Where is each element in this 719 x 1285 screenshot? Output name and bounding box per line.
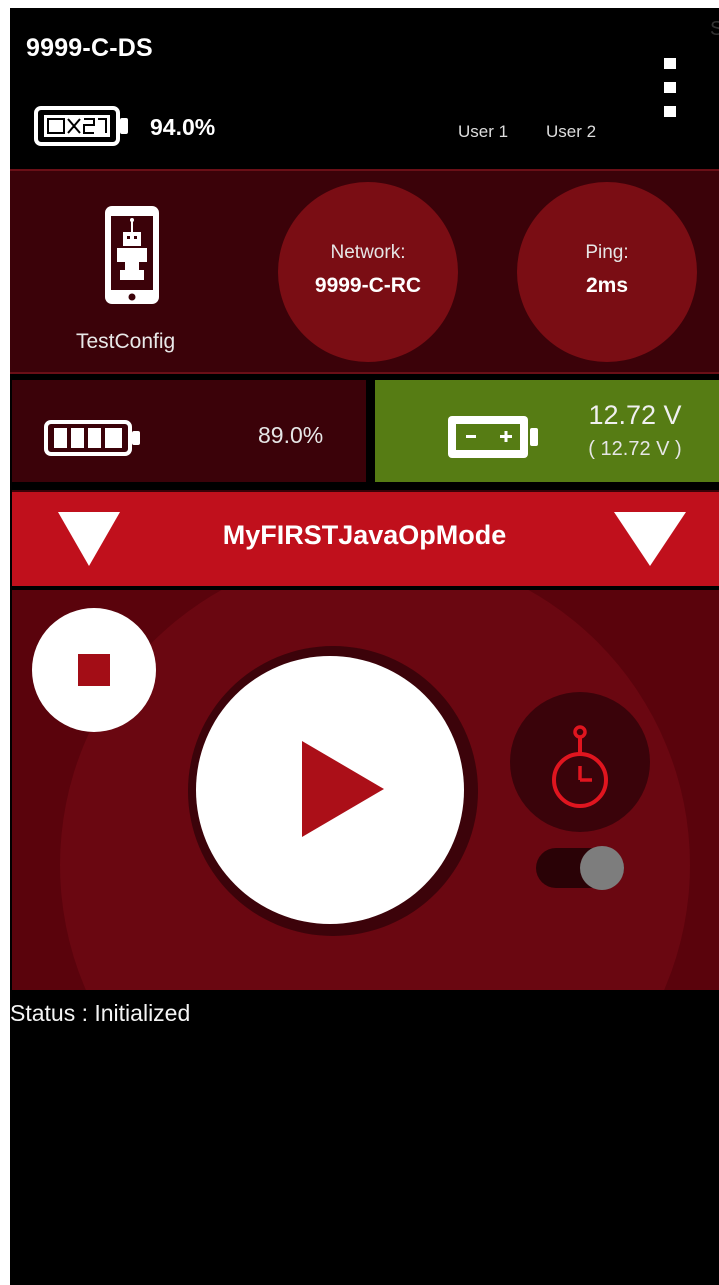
- status-text: Status : Initialized: [10, 1000, 191, 1026]
- stop-button[interactable]: [32, 608, 156, 732]
- robot-phone-icon[interactable]: [103, 204, 161, 306]
- play-button[interactable]: [196, 656, 464, 924]
- network-circle: Network: 9999-C-RC: [278, 182, 458, 362]
- rc-battery-percent: 89.0%: [258, 422, 324, 448]
- play-icon: [302, 741, 384, 837]
- ping-label: Ping:: [585, 242, 629, 263]
- stop-icon: [78, 654, 110, 686]
- network-label: Network:: [330, 242, 406, 263]
- driver-station-screen: 9999-C-DS S 94.0% User 1 User 2 TestConf…: [10, 8, 719, 1285]
- ds-battery-percent: 94.0%: [150, 114, 216, 140]
- timer-button[interactable]: [510, 692, 650, 832]
- stopwatch-icon: [552, 725, 608, 808]
- ping-circle: Ping: 2ms: [517, 182, 697, 362]
- battery-icon: [44, 420, 140, 456]
- robot-voltage-min: ( 12.72 V ): [588, 438, 682, 460]
- robot-voltage: 12.72 V: [588, 400, 682, 430]
- ping-value: 2ms: [585, 274, 629, 297]
- device-name: 9999-C-DS: [26, 34, 153, 62]
- network-value: 9999-C-RC: [314, 274, 422, 297]
- user-2-label[interactable]: User 2: [546, 122, 596, 142]
- ds-battery-icon: [34, 106, 128, 146]
- robot-battery-panel: [375, 380, 719, 482]
- overflow-menu-icon[interactable]: [664, 58, 678, 118]
- edge-glyph: S: [710, 18, 719, 40]
- opmode-name[interactable]: MyFIRSTJavaOpMode: [10, 520, 719, 551]
- timer-toggle-knob[interactable]: [580, 846, 624, 890]
- config-name: TestConfig: [76, 330, 176, 353]
- user-1-label[interactable]: User 1: [458, 122, 508, 142]
- teleop-dropdown-icon[interactable]: [614, 512, 686, 566]
- robot-battery-icon: [448, 416, 538, 458]
